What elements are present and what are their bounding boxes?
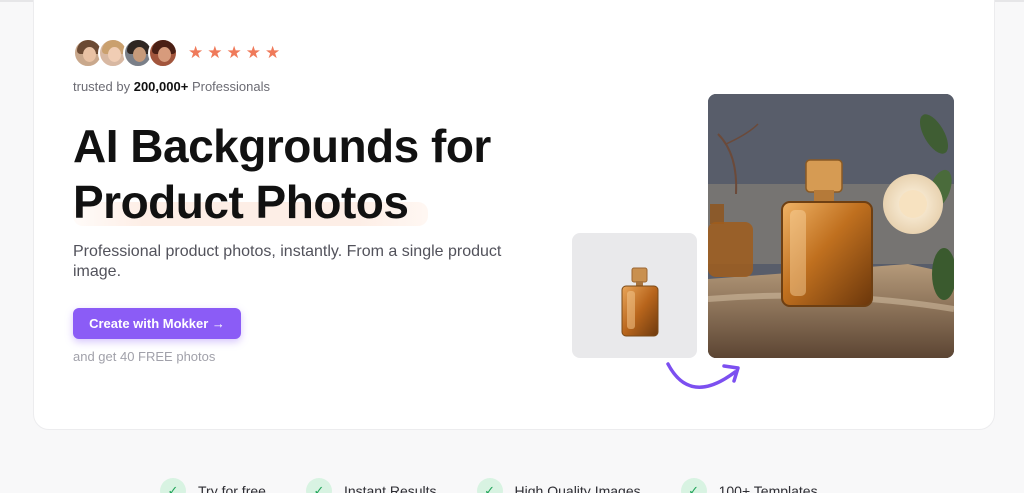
- check-icon: ✓: [476, 478, 503, 493]
- check-icon: ✓: [160, 478, 186, 493]
- trusted-suffix: Professionals: [191, 79, 270, 94]
- generated-product-photo: [708, 94, 954, 358]
- hero-subtitle: Professional product photos, instantly. …: [73, 243, 502, 280]
- trusted-prefix: trusted by: [73, 79, 131, 94]
- feature-item: ✓ 100+ Templates: [680, 478, 818, 493]
- star-icon: ★: [245, 43, 261, 62]
- feature-list: ✓ Try for free ✓ Instant Results ✓ High …: [160, 478, 880, 493]
- feature-label: Instant Results: [343, 483, 437, 493]
- feature-item: ✓ High Quality Images: [476, 478, 641, 493]
- headline-line-2-text: Product Photos: [73, 176, 409, 228]
- original-product-image: [572, 233, 697, 358]
- curved-arrow-icon: [666, 362, 740, 389]
- feature-label: Try for free: [198, 483, 266, 493]
- headline-line-1: AI Backgrounds for: [73, 120, 491, 172]
- page-title: AI Backgrounds for Product Photos: [73, 118, 491, 230]
- star-icon: ★: [226, 43, 242, 62]
- feature-item: ✓ Try for free: [160, 478, 266, 493]
- check-icon: ✓: [305, 478, 332, 493]
- feature-item: ✓ Instant Results: [305, 478, 437, 493]
- star-icon: ★: [265, 43, 281, 62]
- feature-label: 100+ Templates: [718, 483, 818, 493]
- create-with-mokker-button[interactable]: Create with Mokker →: [73, 308, 241, 339]
- star-icon: ★: [188, 43, 204, 62]
- cta-note: and get 40 FREE photos: [73, 349, 216, 364]
- rating-stars: ★ ★ ★ ★ ★: [188, 44, 280, 61]
- trusted-by-text: trusted by 200,000+ Professionals: [73, 79, 270, 94]
- trusted-count: 200,000+: [133, 79, 189, 94]
- star-icon: ★: [207, 43, 223, 62]
- avatar: [148, 38, 178, 68]
- check-icon: ✓: [680, 478, 707, 493]
- avatar-group: [73, 38, 178, 68]
- feature-label: High Quality Images: [514, 483, 641, 493]
- headline-line-2: Product Photos: [73, 174, 428, 230]
